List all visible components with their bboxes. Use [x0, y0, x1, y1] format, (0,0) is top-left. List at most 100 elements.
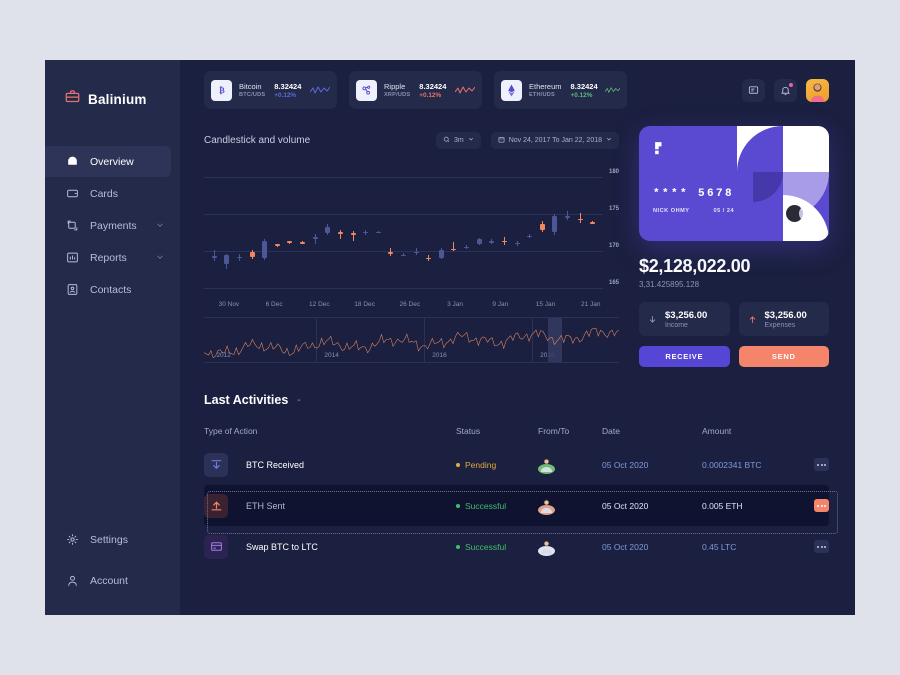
sidebar-item-label: Reports — [90, 251, 127, 264]
activities-header: Last Activities - — [204, 393, 829, 407]
chevron-down-icon[interactable] — [156, 220, 164, 232]
sidebar-item-label: Contacts — [90, 283, 132, 296]
volume-line — [204, 318, 619, 362]
y-axis-tick: 165 — [608, 279, 619, 286]
column-header: Status — [456, 426, 481, 436]
sidebar-item-cards[interactable]: Cards — [45, 178, 180, 209]
bell-icon[interactable] — [774, 78, 797, 102]
avatar — [538, 540, 555, 556]
sidebar-item-overview[interactable]: Overview — [45, 146, 171, 177]
row-menu-button[interactable] — [814, 540, 829, 553]
ticker-change: +0.12% — [274, 91, 297, 99]
payments-icon — [65, 219, 79, 233]
date-range-selector[interactable]: Nov 24, 2017 To Jan 22, 2018 — [490, 131, 619, 149]
table-row[interactable]: ETH Sent Successful 05 Oct 2020 0.005 ET… — [204, 485, 838, 534]
x-axis-tick: 15 Jan — [535, 301, 556, 308]
range-selector[interactable]: 3m — [435, 131, 481, 149]
activities-collapse-toggle[interactable]: - — [297, 395, 300, 406]
action-type-cell: BTC Received — [204, 452, 456, 477]
ticker-card-bitcoin[interactable]: ₿ Bitcoin BTC/UDS 8.32424 +0.12% — [204, 71, 337, 109]
x-axis-tick: 30 Nov — [218, 301, 240, 308]
credit-card[interactable]: **** 5678 NICK OHMY 05 / 24 — [639, 126, 829, 241]
brand-name: Balinium — [88, 91, 147, 107]
search-icon — [443, 136, 450, 145]
sparkline-icon — [604, 87, 620, 93]
receive-button[interactable]: RECEIVE — [639, 346, 730, 367]
sidebar-item-settings[interactable]: Settings — [45, 524, 180, 555]
brand: Balinium — [45, 80, 180, 118]
volume-chart: 2012 2014 2016 2018 — [204, 317, 619, 363]
ticker-price: 8.32424 — [570, 81, 598, 91]
ticker-card-ripple[interactable]: Ripple XRP/UDS 8.32424 +0.12% — [349, 71, 482, 109]
table-row[interactable]: Swap BTC to LTC Successful 05 Oct 2020 0… — [204, 526, 829, 567]
main-content: ₿ Bitcoin BTC/UDS 8.32424 +0.12% Ripple … — [180, 60, 855, 615]
stat-value: $3,256.00 — [665, 309, 708, 321]
date-range-label: Nov 24, 2017 To Jan 22, 2018 — [508, 136, 602, 144]
sidebar-item-contacts[interactable]: Contacts — [45, 274, 180, 305]
status-dot — [456, 544, 460, 549]
activities-title: Last Activities — [204, 393, 289, 407]
status-cell: Successful — [456, 501, 538, 511]
chevron-down-icon[interactable] — [156, 252, 164, 264]
calendar-icon — [498, 136, 505, 145]
column-header: Date — [602, 426, 620, 436]
user-icon — [65, 574, 79, 588]
send-button[interactable]: SEND — [738, 346, 829, 367]
chart-controls: 3m Nov 24, 2017 To Jan 22, 2018 — [435, 131, 619, 149]
x-axis-tick: 3 Jan — [447, 301, 464, 308]
ticker-names: Bitcoin BTC/UDS — [239, 82, 265, 98]
ticker-price: 8.32424 — [274, 81, 302, 91]
stat-expenses: $3,256.00 Expenses — [738, 302, 829, 336]
sidebar: Balinium Overview Cards Payments Reports… — [45, 60, 180, 615]
x-axis-tick: 18 Dec — [354, 301, 375, 308]
card-icon — [65, 187, 79, 201]
table-body: BTC Received Pending 05 Oct 2020 0.00023… — [204, 444, 838, 567]
user-avatar[interactable] — [806, 78, 829, 102]
status-cell: Pending — [456, 460, 538, 470]
ticker-names: Ripple XRP/UDS — [384, 82, 410, 98]
action-type-cell: Swap BTC to LTC — [204, 534, 456, 559]
ripple-icon — [356, 79, 377, 101]
date-cell: 05 Oct 2020 — [602, 500, 649, 511]
table-row[interactable]: BTC Received Pending 05 Oct 2020 0.00023… — [204, 444, 829, 485]
x-axis-tick: 12 Dec — [309, 301, 330, 308]
ticker-names: Ethereum ETH/UDS — [529, 82, 562, 98]
ticker-change: +0.12% — [570, 91, 593, 99]
sidebar-bottom-nav: Settings Account — [45, 524, 180, 597]
sparkline-icon — [310, 86, 330, 94]
row-menu-button[interactable] — [814, 458, 829, 471]
receive-icon — [204, 452, 228, 477]
sidebar-item-label: Payments — [90, 219, 137, 232]
ticker-card-ethereum[interactable]: Ethereum ETH/UDS 8.32424 +0.12% — [494, 71, 627, 109]
column-header: From/To — [538, 426, 570, 436]
range-label: 3m — [453, 136, 464, 144]
ethereum-icon — [501, 79, 522, 101]
content-columns: Candlestick and volume 3m Nov 24, 2017 T… — [204, 126, 829, 367]
ticker-pair: XRP/UDS — [384, 92, 411, 98]
status-cell: Successful — [456, 542, 538, 552]
swap-icon — [204, 534, 228, 559]
table-header-row: Type of Action Status From/To Date Amount — [204, 418, 829, 444]
amount-cell: 0.005 ETH — [702, 500, 743, 511]
amount-cell: 0.45 LTC — [702, 541, 737, 552]
stats-row: $3,256.00 Income $3,256.00 Expenses — [639, 302, 829, 336]
row-menu-button[interactable] — [814, 499, 829, 512]
app-window: Balinium Overview Cards Payments Reports… — [45, 60, 855, 615]
from-to-cell — [538, 496, 602, 515]
y-axis-tick: 170 — [608, 243, 619, 249]
x-axis-tick: 6 Dec — [265, 301, 283, 308]
message-icon[interactable] — [742, 78, 765, 102]
status-dot — [456, 462, 460, 467]
sidebar-item-reports[interactable]: Reports — [45, 242, 180, 273]
arrow-down-icon — [646, 313, 659, 326]
date-cell: 05 Oct 2020 — [602, 459, 649, 470]
avatar — [538, 458, 555, 474]
ticker-price: 8.32424 — [419, 81, 447, 91]
sidebar-item-payments[interactable]: Payments — [45, 210, 180, 241]
chart-header: Candlestick and volume 3m Nov 24, 2017 T… — [204, 126, 619, 154]
x-axis-tick: 21 Jan — [581, 301, 601, 308]
bitcoin-icon: ₿ — [211, 79, 232, 101]
sidebar-item-account[interactable]: Account — [45, 565, 180, 596]
status-label: Successful — [465, 541, 507, 552]
topbar: ₿ Bitcoin BTC/UDS 8.32424 +0.12% Ripple … — [204, 60, 829, 120]
